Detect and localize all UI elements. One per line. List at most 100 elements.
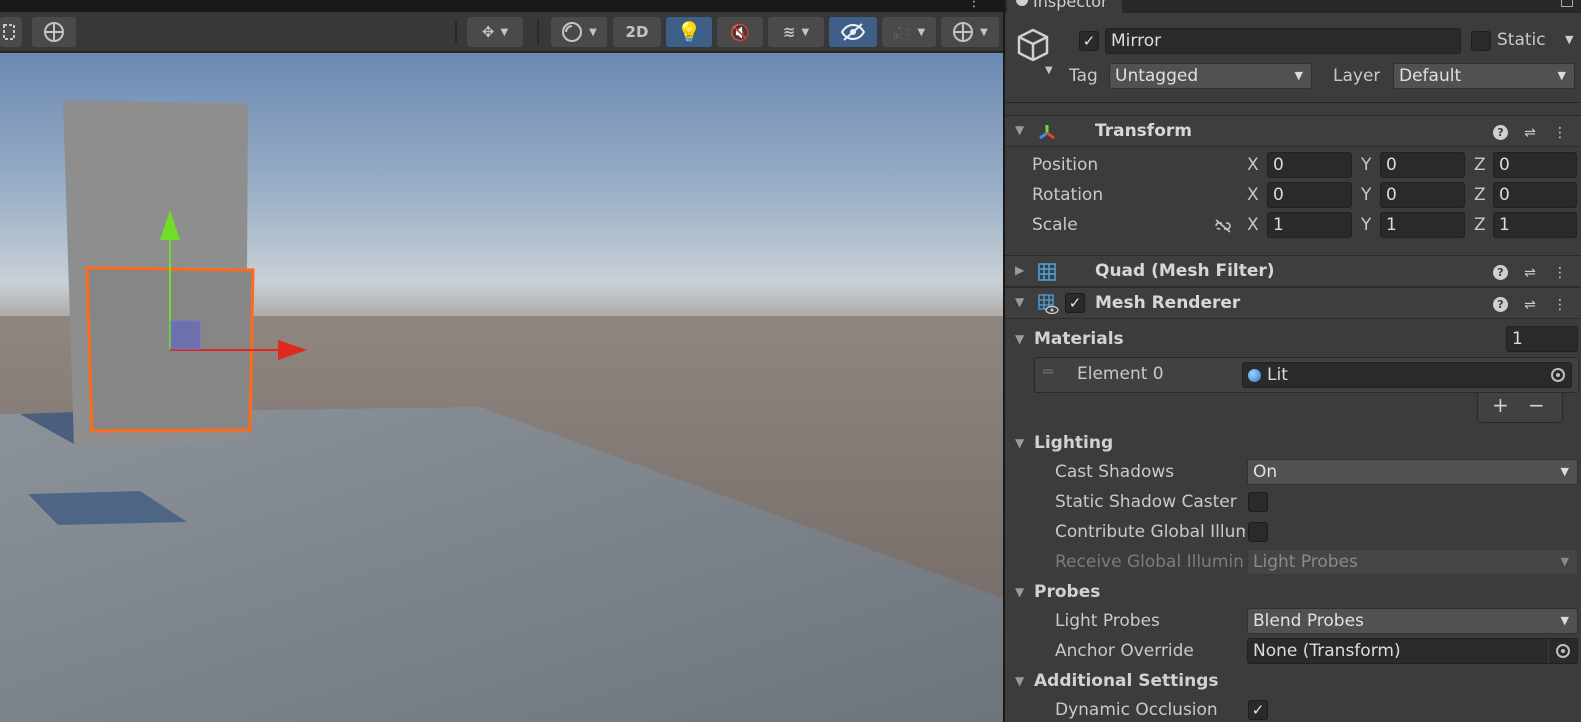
remove-element-button[interactable]: − bbox=[1528, 393, 1545, 417]
additional-settings-foldout-icon[interactable]: ▼ bbox=[1015, 674, 1024, 688]
scale-y-field[interactable]: 1 bbox=[1380, 212, 1465, 238]
scene-visibility-toggle[interactable] bbox=[829, 17, 877, 47]
toggle-2d-button[interactable]: 2D bbox=[613, 17, 661, 47]
chevron-down-icon: ▼ bbox=[801, 26, 810, 38]
presets-icon[interactable]: ⇌ bbox=[1521, 124, 1539, 142]
static-dropdown-icon[interactable]: ▼ bbox=[1565, 33, 1573, 46]
receive-gi-label: Receive Global Illumination bbox=[1055, 552, 1245, 572]
position-x-field[interactable]: 0 bbox=[1267, 152, 1352, 178]
chevron-down-icon: ▼ bbox=[1560, 555, 1569, 568]
rotation-x-label: X bbox=[1247, 185, 1259, 205]
scene-effects-dropdown[interactable]: ≋ ▼ bbox=[768, 17, 824, 47]
rotation-z-label: Z bbox=[1474, 185, 1486, 205]
cast-shadows-dropdown[interactable]: On ▼ bbox=[1247, 459, 1578, 485]
lighting-foldout-icon[interactable]: ▼ bbox=[1015, 436, 1024, 450]
element-0-object-field[interactable]: Lit bbox=[1242, 362, 1572, 388]
scale-z-field[interactable]: 1 bbox=[1493, 212, 1577, 238]
scene-lighting-toggle[interactable]: 💡 bbox=[666, 17, 712, 47]
tag-label: Tag bbox=[1069, 66, 1098, 86]
materials-foldout-icon[interactable]: ▼ bbox=[1015, 332, 1024, 346]
static-shadow-caster-label: Static Shadow Caster bbox=[1055, 492, 1237, 512]
more-options-icon[interactable]: ⋮ bbox=[967, 0, 981, 10]
camera-icon: 🎥 bbox=[892, 23, 912, 41]
info-icon bbox=[1016, 0, 1028, 6]
mesh-grid-icon bbox=[1038, 263, 1056, 281]
inspector-tab[interactable]: Inspector bbox=[1007, 0, 1122, 13]
element-0-value: Lit bbox=[1267, 365, 1288, 385]
rotation-x-field[interactable]: 0 bbox=[1267, 182, 1352, 208]
shading-mode-dropdown[interactable]: ▼ bbox=[551, 17, 607, 47]
context-menu-icon[interactable]: ⋮ bbox=[1551, 264, 1569, 282]
scene-camera-dropdown[interactable]: 🎥 ▼ bbox=[882, 17, 936, 47]
materials-count-field[interactable]: 1 bbox=[1506, 326, 1578, 352]
active-checkbox[interactable]: ✓ bbox=[1079, 31, 1099, 51]
icon-dropdown-icon[interactable]: ▼ bbox=[1045, 65, 1053, 76]
rect-tool-icon bbox=[3, 24, 15, 40]
tag-dropdown[interactable]: Untagged ▼ bbox=[1109, 63, 1312, 89]
layer-value: Default bbox=[1399, 66, 1462, 86]
static-shadow-caster-checkbox[interactable] bbox=[1248, 492, 1268, 512]
transform-title: Transform bbox=[1095, 121, 1192, 141]
light-probes-value: Blend Probes bbox=[1253, 611, 1364, 631]
window-menu-icon[interactable] bbox=[1561, 0, 1573, 7]
anchor-override-field[interactable]: None (Transform) bbox=[1247, 638, 1578, 664]
drag-handle-icon[interactable]: ═ bbox=[1043, 362, 1053, 381]
position-z-label: Z bbox=[1474, 155, 1486, 175]
inspector-tabbar: Inspector bbox=[1005, 0, 1581, 13]
help-icon[interactable]: ? bbox=[1493, 297, 1508, 312]
scale-x-field[interactable]: 1 bbox=[1267, 212, 1352, 238]
anchor-override-value: None (Transform) bbox=[1253, 641, 1401, 661]
position-z-field[interactable]: 0 bbox=[1493, 152, 1577, 178]
scale-label: Scale bbox=[1032, 215, 1078, 235]
cast-shadows-label: Cast Shadows bbox=[1055, 462, 1175, 482]
scene-view[interactable]: ⋮ ✥ ▼ ▼ 2D 💡 🔇 ≋ ▼ 🎥 ▼ ▼ bbox=[0, 0, 1003, 722]
object-picker-icon[interactable] bbox=[1556, 644, 1570, 658]
chevron-down-icon: ▼ bbox=[917, 26, 926, 38]
object-picker-icon[interactable] bbox=[1551, 368, 1565, 382]
rotation-y-field[interactable]: 0 bbox=[1380, 182, 1465, 208]
audio-mute-icon: 🔇 bbox=[730, 22, 750, 42]
help-icon[interactable]: ? bbox=[1493, 125, 1508, 140]
position-y-field[interactable]: 0 bbox=[1380, 152, 1465, 178]
probes-foldout-icon[interactable]: ▼ bbox=[1015, 585, 1024, 599]
static-label: Static bbox=[1497, 30, 1546, 50]
context-menu-icon[interactable]: ⋮ bbox=[1551, 296, 1569, 314]
context-menu-icon[interactable]: ⋮ bbox=[1551, 124, 1569, 142]
scene-viewport[interactable] bbox=[0, 53, 1003, 722]
foldout-expanded-icon[interactable]: ▼ bbox=[1015, 295, 1024, 309]
gameobject-header: ▼ ✓ Mirror Static ▼ Tag Untagged ▼ Layer… bbox=[1005, 13, 1581, 103]
foldout-expanded-icon[interactable]: ▼ bbox=[1015, 123, 1024, 137]
layer-dropdown[interactable]: Default ▼ bbox=[1393, 63, 1575, 89]
foldout-collapsed-icon[interactable]: ▶ bbox=[1015, 263, 1024, 277]
mesh-renderer-header[interactable]: ▼ ✓ Mesh Renderer ? ⇌ ⋮ bbox=[1005, 287, 1581, 319]
layer-label: Layer bbox=[1333, 66, 1381, 86]
presets-icon[interactable]: ⇌ bbox=[1521, 296, 1539, 314]
gizmos-dropdown[interactable]: ▼ bbox=[941, 17, 999, 47]
add-element-button[interactable]: + bbox=[1492, 393, 1509, 417]
presets-icon[interactable]: ⇌ bbox=[1521, 264, 1539, 282]
rotation-y-label: Y bbox=[1361, 185, 1372, 205]
contribute-gi-checkbox[interactable] bbox=[1248, 522, 1268, 542]
mesh-renderer-enabled-checkbox[interactable]: ✓ bbox=[1065, 293, 1085, 313]
light-probes-dropdown[interactable]: Blend Probes ▼ bbox=[1247, 608, 1578, 634]
lightbulb-icon: 💡 bbox=[676, 20, 702, 44]
materials-list: ═ Element 0 Lit bbox=[1034, 357, 1579, 393]
static-checkbox[interactable] bbox=[1471, 31, 1491, 51]
scale-y-label: Y bbox=[1361, 215, 1372, 235]
gizmo-plane-handle[interactable] bbox=[170, 320, 201, 350]
chevron-down-icon: ▼ bbox=[1560, 465, 1569, 478]
transform-header[interactable]: ▼ Transform ? ⇌ ⋮ bbox=[1005, 115, 1581, 147]
mesh-filter-header[interactable]: ▶ Quad (Mesh Filter) ? ⇌ ⋮ bbox=[1005, 255, 1581, 287]
contribute-gi-label: Contribute Global Illumination bbox=[1055, 522, 1245, 542]
dynamic-occlusion-checkbox[interactable]: ✓ bbox=[1248, 700, 1268, 720]
rect-tool-button[interactable] bbox=[0, 17, 22, 47]
constrain-proportions-icon[interactable] bbox=[1213, 218, 1233, 234]
transform-tool-button[interactable] bbox=[32, 17, 76, 47]
rotation-z-field[interactable]: 0 bbox=[1493, 182, 1577, 208]
help-icon[interactable]: ? bbox=[1493, 265, 1508, 280]
gizmo-pivot-dropdown[interactable]: ✥ ▼ bbox=[467, 17, 523, 47]
anchor-override-label: Anchor Override bbox=[1055, 641, 1194, 661]
scene-audio-toggle[interactable]: 🔇 bbox=[717, 17, 763, 47]
scene-toolbar: ✥ ▼ ▼ 2D 💡 🔇 ≋ ▼ 🎥 ▼ ▼ bbox=[0, 12, 1003, 52]
gameobject-name-field[interactable]: Mirror bbox=[1105, 28, 1461, 54]
